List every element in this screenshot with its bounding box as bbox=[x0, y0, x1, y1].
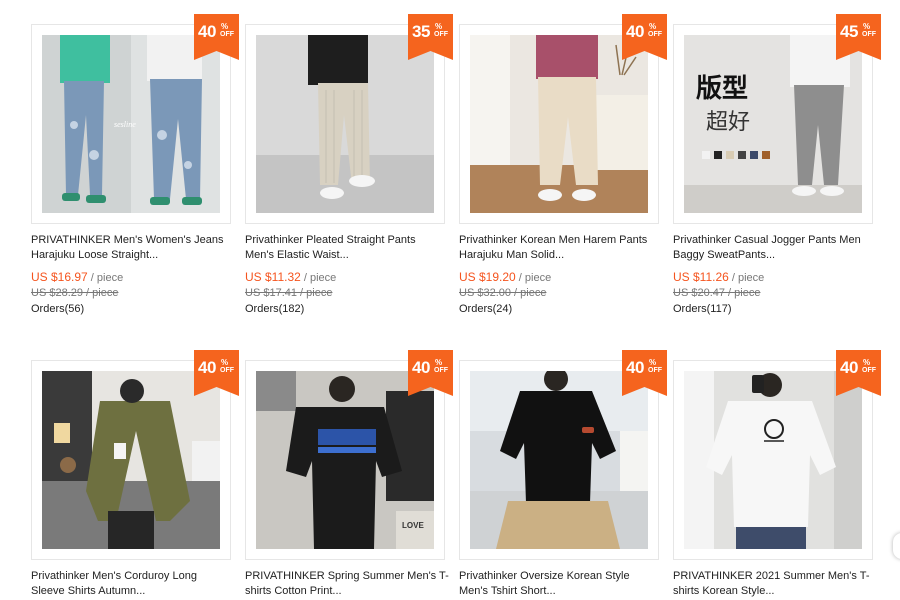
product-price: US $11.26 / piece bbox=[673, 270, 764, 284]
price-unit: / piece bbox=[300, 272, 337, 284]
price-value: US $19.20 bbox=[459, 270, 516, 284]
percent-symbol: % bbox=[863, 22, 871, 31]
order-count: Orders(56) bbox=[31, 303, 85, 315]
product-title[interactable]: Privathinker Oversize Korean Style Men's… bbox=[459, 569, 673, 599]
percent-symbol: % bbox=[221, 358, 229, 367]
product-photo[interactable]: 版型 超好 bbox=[684, 35, 862, 213]
original-price: US $32.00 / piece bbox=[459, 287, 547, 299]
off-label: OFF bbox=[862, 367, 876, 374]
order-count: Orders(24) bbox=[459, 303, 513, 315]
product-title[interactable]: Privathinker Korean Men Harem Pants Hara… bbox=[459, 233, 673, 263]
product-title-line-1[interactable]: Privathinker Korean Men Harem Pants bbox=[459, 233, 673, 248]
original-price: US $28.29 / piece bbox=[31, 287, 119, 299]
discount-badge: 40 % OFF bbox=[194, 14, 239, 60]
original-price: US $17.41 / piece bbox=[245, 287, 333, 299]
discount-badge: 40 % OFF bbox=[622, 350, 667, 396]
original-price: US $20.47 / piece bbox=[673, 287, 761, 299]
off-label: OFF bbox=[862, 31, 876, 38]
product-title-line-1[interactable]: PRIVATHINKER Spring Summer Men's T- bbox=[245, 569, 459, 584]
off-label: OFF bbox=[220, 367, 234, 374]
product-title[interactable]: PRIVATHINKER 2021 Summer Men's T- shirts… bbox=[673, 569, 887, 599]
off-label: OFF bbox=[648, 367, 662, 374]
order-count: Orders(117) bbox=[673, 303, 732, 315]
product-photo[interactable] bbox=[42, 371, 220, 549]
product-title[interactable]: Privathinker Pleated Straight Pants Men'… bbox=[245, 233, 459, 263]
discount-value: 40 bbox=[412, 358, 430, 377]
discount-badge: 40 % OFF bbox=[622, 14, 667, 60]
price-value: US $11.26 bbox=[673, 270, 729, 284]
discount-value: 40 bbox=[840, 358, 858, 377]
percent-symbol: % bbox=[435, 358, 443, 367]
product-photo[interactable] bbox=[470, 371, 648, 549]
product-price: US $16.97 / piece bbox=[31, 270, 123, 284]
percent-symbol: % bbox=[221, 22, 229, 31]
product-title-line-1[interactable]: PRIVATHINKER 2021 Summer Men's T- bbox=[673, 569, 887, 584]
product-grid: sesline 40 % OFF PRIVATHINKER Men's Wome… bbox=[0, 0, 900, 600]
product-title-line-2[interactable]: shirts Korean Style... bbox=[673, 584, 887, 599]
price-value: US $16.97 bbox=[31, 270, 88, 284]
off-label: OFF bbox=[220, 31, 234, 38]
product-price: US $19.20 / piece bbox=[459, 270, 551, 284]
discount-value: 40 bbox=[198, 358, 216, 377]
percent-symbol: % bbox=[649, 22, 657, 31]
product-price: US $11.32 / piece bbox=[245, 270, 336, 284]
scroll-to-top-button[interactable] bbox=[893, 533, 900, 559]
price-unit: / piece bbox=[87, 272, 124, 284]
chinese-text-line-2: 超好 bbox=[706, 110, 750, 135]
price-unit: / piece bbox=[728, 272, 765, 284]
product-title[interactable]: Privathinker Men's Corduroy Long Sleeve … bbox=[31, 569, 245, 599]
order-count: Orders(182) bbox=[245, 303, 305, 315]
product-photo[interactable] bbox=[470, 35, 648, 213]
product-title[interactable]: Privathinker Casual Jogger Pants Men Bag… bbox=[673, 233, 887, 263]
product-title-line-1[interactable]: Privathinker Men's Corduroy Long bbox=[31, 569, 245, 584]
product-title-line-1[interactable]: Privathinker Casual Jogger Pants Men bbox=[673, 233, 887, 248]
off-label: OFF bbox=[434, 367, 448, 374]
product-title-line-1[interactable]: PRIVATHINKER Men's Women's Jeans bbox=[31, 233, 245, 248]
discount-badge: 40 % OFF bbox=[194, 350, 239, 396]
percent-symbol: % bbox=[863, 358, 871, 367]
product-title-line-1[interactable]: Privathinker Oversize Korean Style bbox=[459, 569, 673, 584]
product-title-line-2[interactable]: Men's Tshirt Short... bbox=[459, 584, 673, 599]
price-value: US $11.32 bbox=[245, 270, 301, 284]
discount-value: 45 bbox=[840, 22, 858, 41]
price-unit: / piece bbox=[515, 272, 552, 284]
discount-badge: 40 % OFF bbox=[836, 350, 881, 396]
off-label: OFF bbox=[434, 31, 448, 38]
product-title-line-2[interactable]: Baggy SweatPants... bbox=[673, 248, 887, 263]
product-title-line-2[interactable]: Sleeve Shirts Autumn... bbox=[31, 584, 245, 599]
product-title-line-2[interactable]: Men's Elastic Waist... bbox=[245, 248, 459, 263]
percent-symbol: % bbox=[649, 358, 657, 367]
product-title-line-2[interactable]: shirts Cotton Print... bbox=[245, 584, 459, 599]
product-photo[interactable] bbox=[256, 35, 434, 213]
brand-watermark: sesline bbox=[114, 120, 136, 129]
discount-value: 35 bbox=[412, 22, 430, 41]
product-title[interactable]: PRIVATHINKER Spring Summer Men's T- shir… bbox=[245, 569, 459, 599]
product-photo[interactable]: LOVE bbox=[256, 371, 434, 549]
discount-value: 40 bbox=[198, 22, 216, 41]
product-photo[interactable]: sesline bbox=[42, 35, 220, 213]
product-title-line-1[interactable]: Privathinker Pleated Straight Pants bbox=[245, 233, 459, 248]
discount-value: 40 bbox=[626, 22, 644, 41]
percent-symbol: % bbox=[435, 22, 443, 31]
discount-badge: 40 % OFF bbox=[408, 350, 453, 396]
product-photo[interactable] bbox=[684, 371, 862, 549]
product-title[interactable]: PRIVATHINKER Men's Women's Jeans Harajuk… bbox=[31, 233, 245, 263]
off-label: OFF bbox=[648, 31, 662, 38]
chinese-text-line-1: 版型 bbox=[695, 74, 748, 104]
poster-text: LOVE bbox=[402, 521, 424, 530]
discount-badge: 35 % OFF bbox=[408, 14, 453, 60]
product-title-line-2[interactable]: Harajuku Man Solid... bbox=[459, 248, 673, 263]
discount-badge: 45 % OFF bbox=[836, 14, 881, 60]
product-title-line-2[interactable]: Harajuku Loose Straight... bbox=[31, 248, 245, 263]
discount-value: 40 bbox=[626, 358, 644, 377]
